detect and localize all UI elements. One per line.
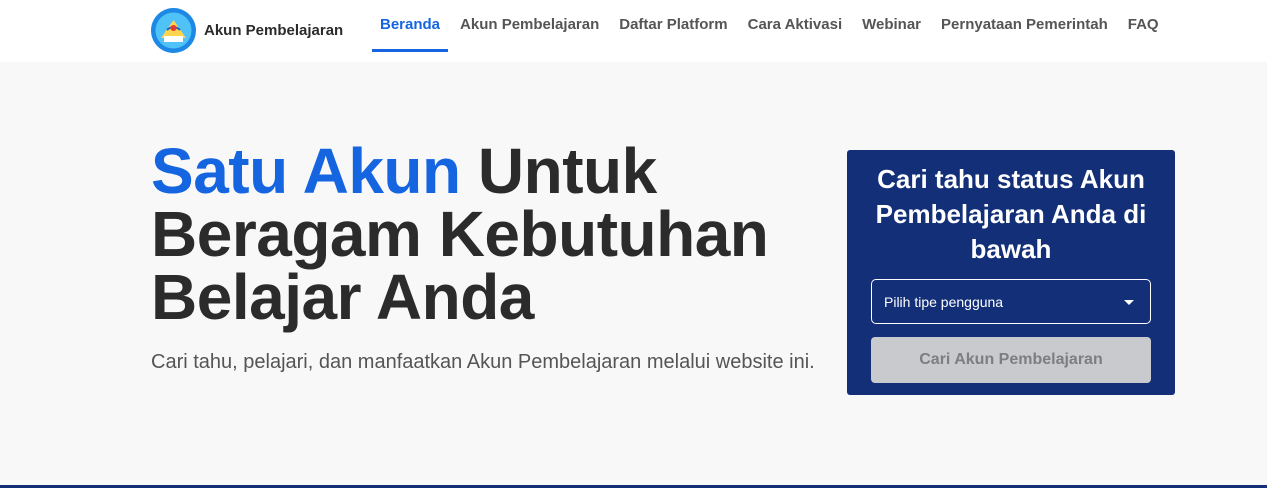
search-card: Cari tahu status Akun Pembelajaran Anda … xyxy=(847,150,1175,395)
nav-item-akun-pembelajaran[interactable]: Akun Pembelajaran xyxy=(452,0,607,52)
nav-item-webinar[interactable]: Webinar xyxy=(854,0,929,52)
tut-wuri-handayani-logo xyxy=(151,8,196,53)
caret-down-icon xyxy=(1124,300,1134,305)
navbar: Akun Pembelajaran Beranda Akun Pembelaja… xyxy=(0,0,1267,62)
nav-item-faq[interactable]: FAQ xyxy=(1120,0,1167,52)
nav-item-beranda[interactable]: Beranda xyxy=(372,0,449,52)
search-account-button[interactable]: Cari Akun Pembelajaran xyxy=(871,337,1151,383)
hero-title: Satu Akun Untuk Beragam Kebutuhan Belaja… xyxy=(151,139,831,329)
nav-item-daftar-platform[interactable]: Daftar Platform xyxy=(611,0,735,52)
nav-item-cara-aktivasi[interactable]: Cara Aktivasi xyxy=(740,0,851,52)
brand[interactable]: Akun Pembelajaran xyxy=(151,8,343,53)
hero-subtitle: Cari tahu, pelajari, dan manfaatkan Akun… xyxy=(151,351,815,373)
hero-title-accent: Satu Akun xyxy=(151,135,461,207)
search-card-title: Cari tahu status Akun Pembelajaran Anda … xyxy=(875,164,1147,264)
brand-name: Akun Pembelajaran xyxy=(204,22,344,39)
nav-item-pernyataan-pemerintah[interactable]: Pernyataan Pemerintah xyxy=(933,0,1116,52)
main-nav: Beranda Akun Pembelajaran Daftar Platfor… xyxy=(372,0,1171,62)
user-type-select-placeholder: Pilih tipe pengguna xyxy=(884,293,1004,310)
user-type-select[interactable]: Pilih tipe pengguna xyxy=(871,279,1151,324)
